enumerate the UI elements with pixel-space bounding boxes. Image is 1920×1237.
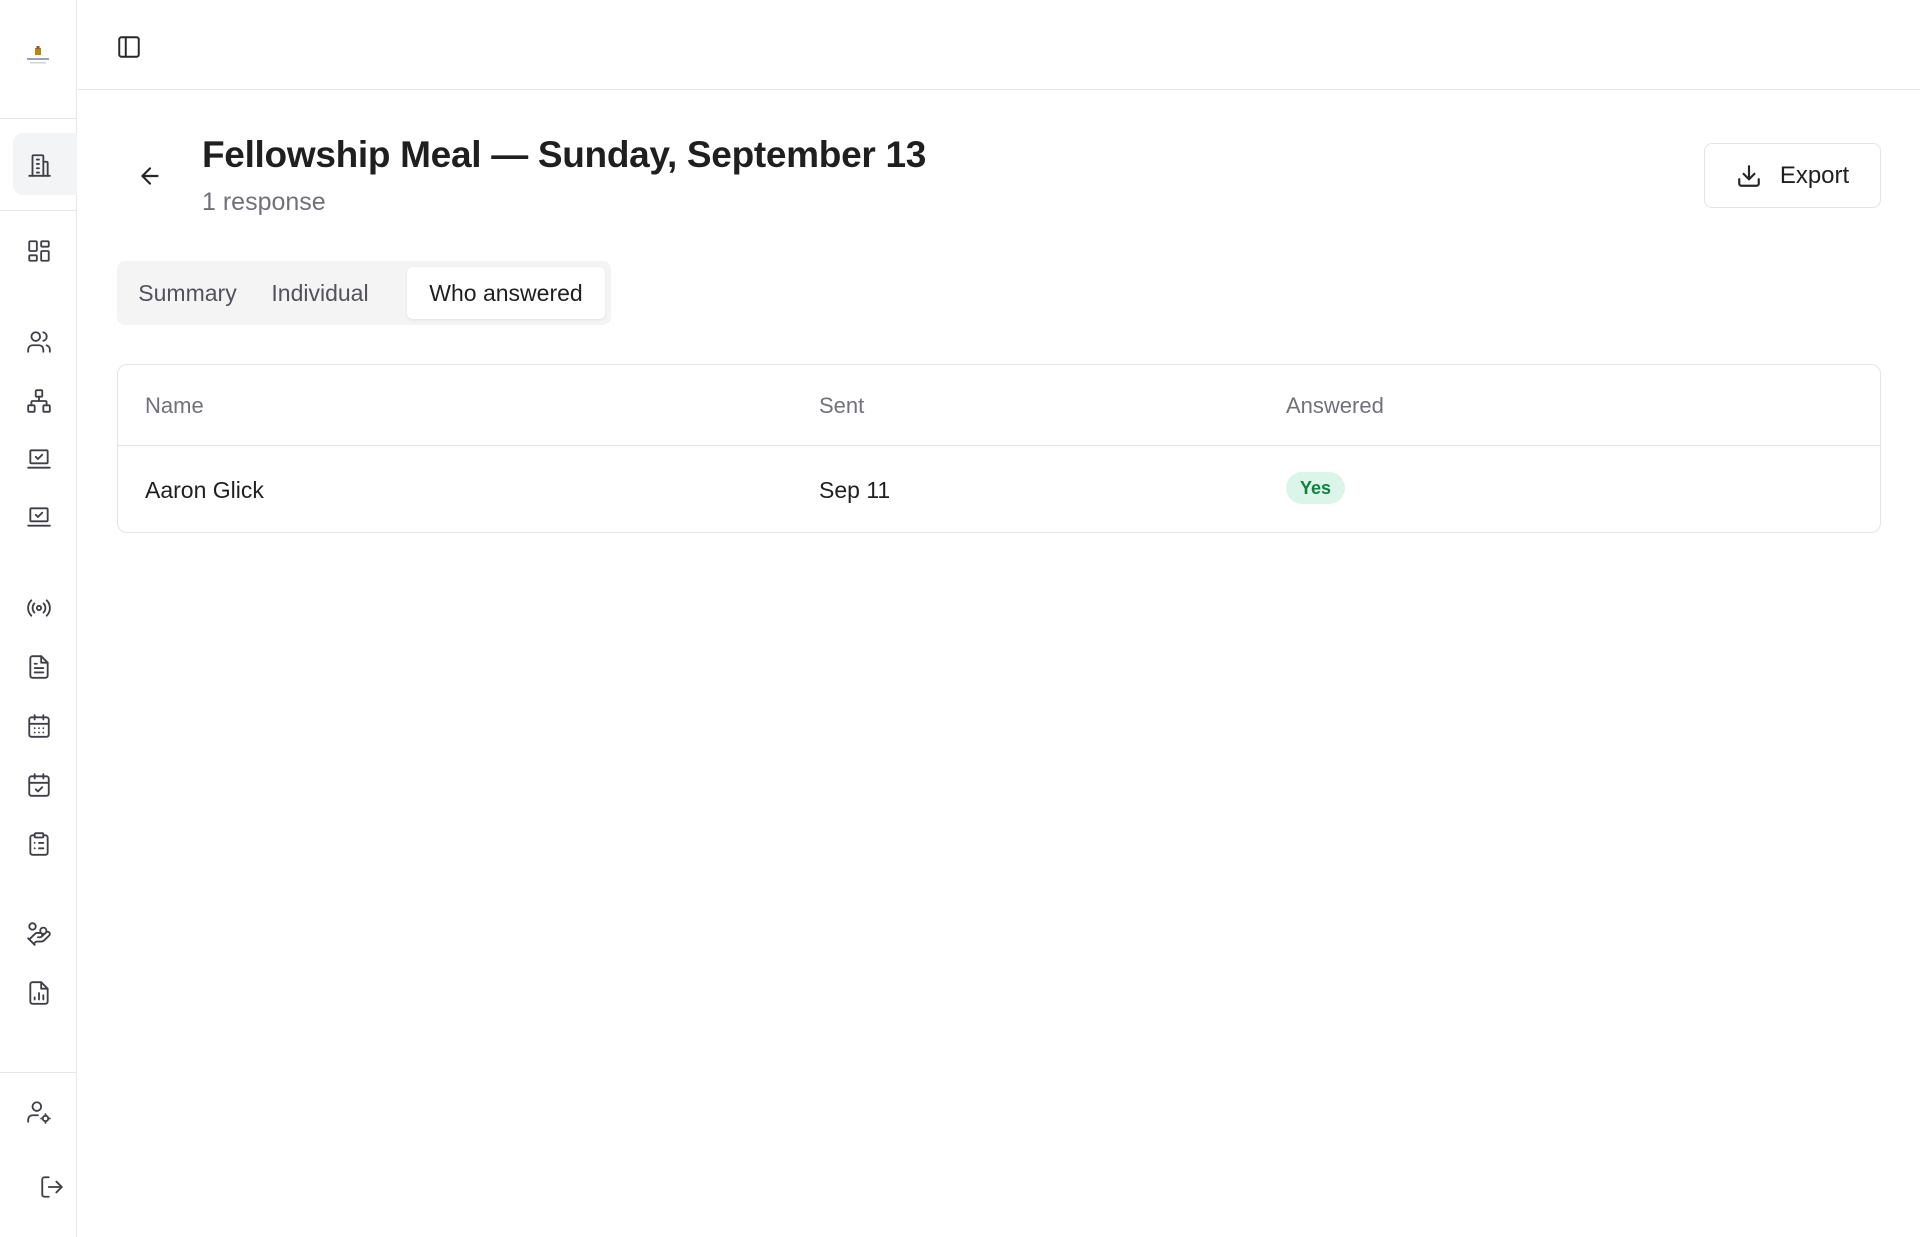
building-icon[interactable] [22, 148, 56, 182]
logout-icon[interactable] [35, 1170, 69, 1204]
document-icon[interactable] [22, 650, 56, 684]
hand-coins-icon[interactable] [22, 917, 56, 951]
calendar-icon[interactable] [22, 709, 56, 743]
table-row[interactable]: Aaron Glick Sep 11 Yes [118, 447, 1880, 533]
cell-sent: Sep 11 [819, 477, 891, 503]
download-icon [1737, 164, 1760, 187]
back-button[interactable] [132, 158, 168, 194]
arrow-left-icon [141, 167, 159, 185]
users-icon[interactable] [22, 325, 56, 359]
page-title: Fellowship Meal — Sunday, September 13 [202, 134, 926, 175]
tab-who-answered[interactable]: Who answered [407, 267, 605, 319]
export-button[interactable]: Export [1704, 143, 1881, 208]
response-count: 1 response [202, 188, 326, 216]
sidebar-toggle-button[interactable] [112, 30, 146, 64]
sidebar-divider [0, 210, 77, 211]
panel-left-icon [118, 36, 140, 58]
table-header-row: Name Sent Answered [118, 365, 1880, 446]
top-bar [78, 0, 1920, 90]
laptop-check-icon[interactable] [22, 500, 56, 534]
sidebar [0, 0, 77, 1237]
column-header-answered[interactable]: Answered [1286, 393, 1384, 419]
clipboard-list-icon[interactable] [22, 827, 56, 861]
org-chart-icon[interactable] [22, 384, 56, 418]
file-chart-icon[interactable] [22, 976, 56, 1010]
user-settings-icon[interactable] [22, 1095, 56, 1129]
church-logo[interactable] [24, 46, 52, 68]
tab-summary[interactable]: Summary [123, 267, 252, 319]
dashboard-grid-icon[interactable] [22, 234, 56, 268]
broadcast-icon[interactable] [22, 591, 56, 625]
export-label: Export [1779, 161, 1850, 189]
cell-name: Aaron Glick [145, 477, 264, 503]
sidebar-divider [0, 118, 77, 119]
laptop-check-icon[interactable] [22, 442, 56, 476]
column-header-sent[interactable]: Sent [819, 393, 864, 419]
answered-status-badge: Yes [1286, 472, 1346, 504]
column-header-name[interactable]: Name [145, 393, 204, 419]
tab-individual[interactable]: Individual [257, 267, 383, 319]
tab-list: Summary Individual Who answered [117, 261, 611, 325]
calendar-check-icon[interactable] [22, 768, 56, 802]
sidebar-divider [0, 1072, 77, 1073]
responses-table: Name Sent Answered Aaron Glick Sep 11 Ye… [117, 364, 1881, 533]
